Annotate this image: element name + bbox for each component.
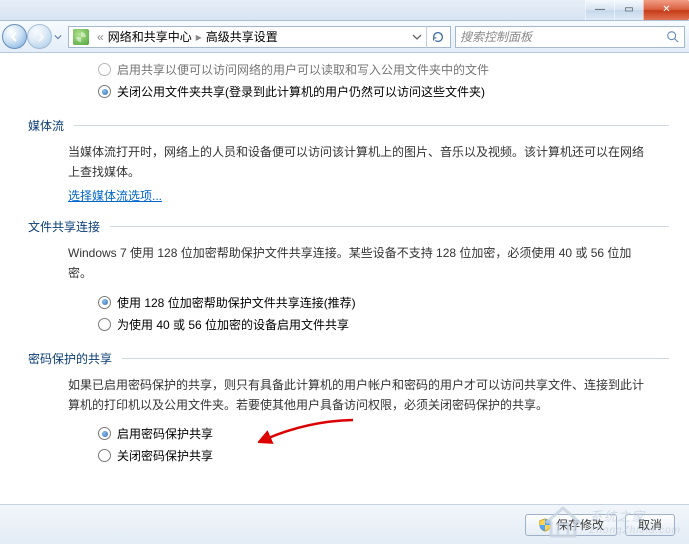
radio-icon[interactable]	[98, 449, 111, 462]
public-folder-option-disable[interactable]: 关闭公用文件夹共享(登录到此计算机的用户仍然可以访问这些文件夹)	[28, 81, 669, 103]
minimize-button[interactable]: —	[585, 0, 614, 20]
address-bar[interactable]: « 网络和共享中心 ▸ 高级共享设置	[68, 26, 451, 48]
close-icon: ✕	[662, 5, 670, 15]
media-body: 当媒体流打开时，网络上的人员和设备便可以访问该计算机上的图片、音乐以及视频。该计…	[28, 136, 669, 183]
control-panel-icon	[73, 29, 89, 45]
section-heading-encryption: 文件共享连接	[28, 204, 669, 237]
shield-icon	[538, 518, 552, 532]
maximize-button[interactable]: ▭	[614, 0, 643, 20]
public-folder-option-enable[interactable]: 启用共享以便可以访问网络的用户可以读取和写入公用文件夹中的文件	[28, 59, 669, 81]
arrow-right-icon	[34, 31, 46, 43]
search-input[interactable]	[460, 30, 666, 44]
radio-icon[interactable]	[98, 63, 111, 76]
option-label: 关闭密码保护共享	[117, 447, 213, 465]
password-body: 如果已启用密码保护的共享，则只有具备此计算机的用户帐户和密码的用户才可以访问共享…	[28, 369, 669, 416]
section-heading-media: 媒体流	[28, 103, 669, 136]
heading-text: 媒体流	[28, 117, 64, 134]
radio-icon[interactable]	[98, 318, 111, 331]
addr-sep-1: «	[97, 30, 104, 44]
heading-text: 密码保护的共享	[28, 350, 112, 367]
save-button[interactable]: 保存修改	[525, 514, 617, 536]
refresh-icon	[431, 30, 445, 44]
nav-history-button[interactable]	[52, 24, 64, 49]
option-label: 使用 128 位加密帮助保护文件共享连接(推荐)	[117, 294, 356, 312]
heading-divider	[110, 226, 669, 227]
option-label: 为使用 40 或 56 位加密的设备启用文件共享	[117, 316, 349, 334]
cancel-button-label: 取消	[638, 516, 662, 533]
heading-divider	[74, 125, 669, 126]
bottom-bar: 保存修改 取消	[0, 504, 689, 544]
option-label: 启用共享以便可以访问网络的用户可以读取和写入公用文件夹中的文件	[117, 61, 489, 79]
window-titlebar: — ▭ ✕	[0, 0, 689, 21]
nav-forward-button[interactable]	[27, 24, 52, 49]
content-inner: 启用共享以便可以访问网络的用户可以读取和写入公用文件夹中的文件 关闭公用文件夹共…	[28, 53, 679, 527]
password-enable-option[interactable]: 启用密码保护共享	[28, 423, 669, 445]
close-button[interactable]: ✕	[643, 0, 689, 20]
section-heading-password: 密码保护的共享	[28, 336, 669, 369]
option-label: 关闭公用文件夹共享(登录到此计算机的用户仍然可以访问这些文件夹)	[117, 83, 485, 101]
heading-divider	[122, 358, 669, 359]
radio-icon[interactable]	[98, 85, 111, 98]
navigation-bar: « 网络和共享中心 ▸ 高级共享设置	[0, 21, 689, 53]
addr-sep-2: ▸	[196, 30, 202, 44]
nav-arrow-group	[2, 24, 64, 50]
content-scroll[interactable]: 启用共享以便可以访问网络的用户可以读取和写入公用文件夹中的文件 关闭公用文件夹共…	[0, 53, 689, 544]
encryption-128-option[interactable]: 使用 128 位加密帮助保护文件共享连接(推荐)	[28, 292, 669, 314]
search-box[interactable]	[455, 26, 685, 48]
chevron-down-icon	[54, 33, 62, 41]
heading-text: 文件共享连接	[28, 218, 100, 235]
radio-icon[interactable]	[98, 296, 111, 309]
addr-chevron-down-icon[interactable]	[412, 32, 422, 42]
maximize-icon: ▭	[624, 5, 633, 15]
nav-back-button[interactable]	[2, 24, 27, 49]
save-button-label: 保存修改	[556, 516, 604, 533]
breadcrumb-1[interactable]: 网络和共享中心	[108, 28, 192, 45]
arrow-left-icon	[9, 31, 21, 43]
breadcrumb-2[interactable]: 高级共享设置	[206, 28, 278, 45]
password-disable-option[interactable]: 关闭密码保护共享	[28, 445, 669, 467]
minimize-icon: —	[595, 5, 605, 15]
encryption-40-56-option[interactable]: 为使用 40 或 56 位加密的设备启用文件共享	[28, 314, 669, 336]
option-label: 启用密码保护共享	[117, 425, 213, 443]
radio-icon[interactable]	[98, 427, 111, 440]
encryption-body: Windows 7 使用 128 位加密帮助保护文件共享连接。某些设备不支持 1…	[28, 237, 669, 284]
media-options-link[interactable]: 选择媒体流选项...	[28, 183, 162, 204]
cancel-button[interactable]: 取消	[625, 514, 675, 536]
refresh-button[interactable]	[426, 26, 448, 48]
search-icon	[666, 30, 680, 44]
